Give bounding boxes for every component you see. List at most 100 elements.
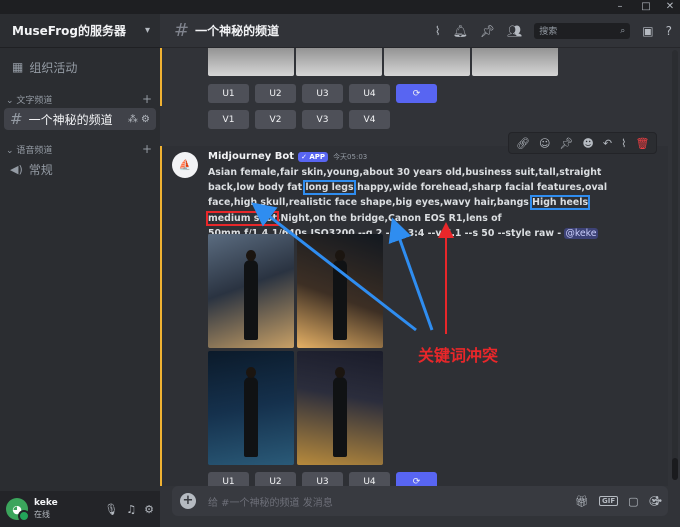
bell-icon[interactable]: 🔔︎ — [453, 24, 468, 38]
message-input-placeholder[interactable]: 给 #一个神秘的频道 发消息 — [208, 494, 333, 509]
chevron-down-icon: ▾ — [144, 25, 150, 36]
u1-button[interactable]: U1 — [208, 472, 249, 486]
channel-sidebar: MuseFrog的服务器 ▾ ▦ 组织活动 ⌄ 文字频道 + # 一个神秘的频道… — [0, 14, 160, 527]
maximize-button[interactable]: □ — [638, 1, 654, 13]
headphones-icon[interactable]: ♫ — [126, 503, 136, 516]
category-label: 语音频道 — [16, 145, 53, 156]
pin-icon[interactable]: 📌︎ — [480, 24, 495, 38]
v4-button[interactable]: V4 — [349, 110, 390, 129]
link-icon[interactable]: 🔗︎ — [516, 137, 530, 150]
add-reaction-icon[interactable]: ☺ — [539, 137, 550, 150]
upscale-button-row: U1 U2 U3 U4 ⟳ — [208, 84, 437, 103]
emoji-icon[interactable]: ☻ — [582, 137, 593, 150]
channel-item-general-voice[interactable]: ◀) 常规 — [4, 158, 156, 180]
image-grid-3[interactable] — [208, 351, 294, 465]
v3-button[interactable]: V3 — [302, 110, 343, 129]
help-icon[interactable]: ? — [666, 24, 672, 38]
search-input[interactable]: 搜索 ⌕ — [534, 22, 631, 39]
channel-title: 一个神秘的频道 — [195, 24, 280, 38]
speaker-icon: ◀) — [10, 162, 23, 176]
reroll-button[interactable]: ⟳ — [396, 472, 437, 486]
v1-button[interactable]: V1 — [208, 110, 249, 129]
annotation-label: 关键词冲突 — [418, 346, 499, 365]
sidebar-item-label: 组织活动 — [29, 60, 78, 75]
sticker-icon[interactable]: ▢ — [628, 495, 638, 508]
members-icon[interactable]: 👥︎ — [507, 24, 522, 38]
gear-icon[interactable]: ⚙ — [144, 503, 154, 516]
app-badge: ✓ APP — [298, 151, 329, 162]
u4-button[interactable]: U4 — [349, 472, 390, 486]
bot-avatar[interactable]: ⛵ — [172, 152, 198, 178]
image-thumb[interactable] — [296, 48, 382, 76]
scrollbar-track[interactable] — [672, 50, 678, 480]
image-grid-2[interactable] — [297, 234, 383, 348]
sidebar-item-activities[interactable]: ▦ 组织活动 — [0, 56, 160, 78]
add-attachment-icon[interactable]: + — [180, 493, 196, 509]
figure-silhouette — [244, 250, 258, 340]
user-status: 在线 — [34, 510, 50, 519]
inbox-icon[interactable]: ▣ — [642, 24, 653, 38]
threads-icon[interactable]: ⌇ — [435, 24, 441, 38]
apps-icon[interactable]: ✣ — [652, 494, 662, 508]
u3-button[interactable]: U3 — [302, 472, 343, 486]
variation-button-row: V1 V2 V3 V4 — [208, 110, 390, 129]
image-thumb[interactable] — [472, 48, 558, 76]
image-grid-4[interactable] — [297, 351, 383, 465]
user-panel: ◕ keke 在线 🎙︎ ♫ ⚙ — [0, 491, 160, 527]
microphone-icon[interactable]: 🎙︎ — [104, 503, 118, 516]
image-grid-1[interactable] — [208, 234, 294, 348]
reroll-button[interactable]: ⟳ — [396, 84, 437, 103]
server-header[interactable]: MuseFrog的服务器 ▾ — [0, 14, 160, 48]
hash-icon: # — [174, 20, 190, 41]
category-label: 文字频道 — [16, 95, 53, 106]
reply-icon[interactable]: ↶ — [603, 137, 612, 150]
category-text-channels[interactable]: ⌄ 文字频道 + — [0, 92, 160, 106]
calendar-icon: ▦ — [12, 60, 24, 74]
user-mention[interactable]: @keke — [564, 227, 598, 239]
thread-icon[interactable]: ⌇ — [621, 137, 626, 150]
app-badge-label: APP — [309, 152, 326, 161]
close-window-button[interactable]: ✕ — [662, 1, 678, 13]
u2-button[interactable]: U2 — [255, 472, 296, 486]
message-composer[interactable]: + 给 #一个神秘的频道 发消息 🎁︎ GIF ▢ ☺ — [172, 486, 668, 516]
u4-button[interactable]: U4 — [349, 84, 390, 103]
keyword-high-heels: High heels — [530, 195, 591, 211]
keyword-medium-shot: medium shot — [206, 210, 279, 226]
chevron-down-icon: ⌄ — [6, 145, 17, 156]
gift-icon[interactable]: 🎁︎ — [575, 495, 589, 508]
delete-icon[interactable]: 🗑︎ — [635, 137, 649, 150]
u1-button[interactable]: U1 — [208, 84, 249, 103]
bot-message[interactable]: 🔗︎ ☺ 📌︎ ☻ ↶ ⌇ 🗑︎ ⛵ Midjourney Bot ✓ APP … — [160, 132, 668, 486]
keyword-long-legs: long legs — [303, 180, 356, 196]
minimize-button[interactable]: – — [612, 1, 628, 13]
image-grid[interactable] — [208, 234, 383, 465]
v2-button[interactable]: V2 — [255, 110, 296, 129]
image-thumb[interactable] — [384, 48, 470, 76]
hash-icon: # — [10, 110, 23, 128]
highlight-bar — [160, 146, 162, 486]
prompt-text: Asian female,fair skin,young,about 30 ye… — [206, 165, 633, 241]
add-channel-icon[interactable]: + — [142, 142, 152, 156]
figure-silhouette — [333, 367, 347, 457]
highlight-bar — [160, 48, 162, 106]
gif-icon[interactable]: GIF — [598, 496, 619, 506]
previous-image-strip[interactable] — [208, 48, 558, 76]
pin-icon[interactable]: 📌︎ — [559, 137, 573, 150]
author-name[interactable]: Midjourney Bot — [208, 151, 294, 162]
scrollbar-thumb[interactable] — [672, 458, 678, 480]
add-channel-icon[interactable]: + — [142, 92, 152, 106]
search-placeholder: 搜索 — [539, 27, 558, 37]
u2-button[interactable]: U2 — [255, 84, 296, 103]
channel-settings-icons[interactable]: ⁂ ⚙ — [128, 114, 150, 125]
category-voice-channels[interactable]: ⌄ 语音频道 + — [0, 142, 160, 156]
image-thumb[interactable] — [208, 48, 294, 76]
u3-button[interactable]: U3 — [302, 84, 343, 103]
server-name: MuseFrog的服务器 — [12, 24, 126, 38]
channel-label: 常规 — [28, 162, 53, 177]
channel-header: # 一个神秘的频道 ⌇ 🔔︎ 📌︎ 👥︎ 搜索 ⌕ ▣ ? — [160, 14, 680, 48]
channel-label: 一个神秘的频道 — [28, 112, 113, 127]
message-timestamp: 今天05:03 — [333, 152, 368, 161]
channel-item-mystery[interactable]: # 一个神秘的频道 ⁂ ⚙ — [4, 108, 156, 130]
avatar[interactable]: ◕ — [6, 498, 30, 522]
upscale-button-row: U1 U2 U3 U4 ⟳ — [208, 472, 437, 486]
